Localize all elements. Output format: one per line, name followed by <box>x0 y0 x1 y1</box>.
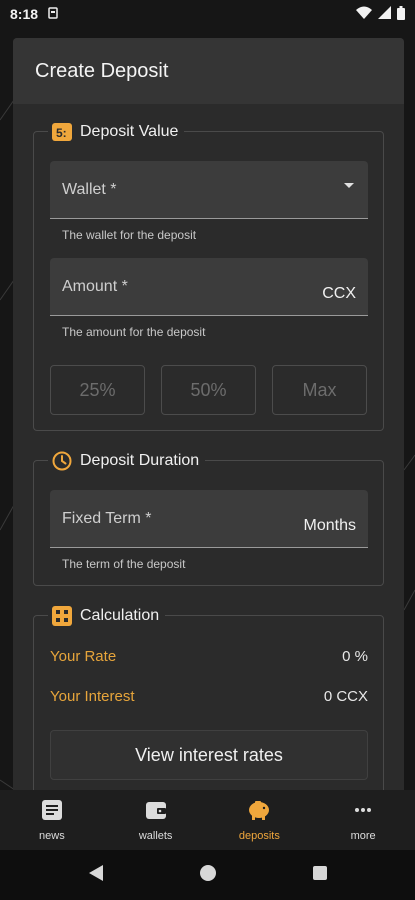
nav-label-deposits: deposits <box>238 829 280 842</box>
page-title: Create Deposit <box>13 38 404 104</box>
calculation-title: Calculation <box>80 607 160 624</box>
more-icon <box>352 799 374 824</box>
rate-row: Your Rate 0 % <box>50 648 368 665</box>
create-deposit-card: Create Deposit 5: Deposit Value Wallet *… <box>13 38 404 798</box>
nav-item-wallets[interactable]: wallets <box>104 790 208 850</box>
battery-icon <box>397 5 405 23</box>
deposit-duration-section: Deposit Duration Fixed Term * Months The… <box>33 449 384 586</box>
piggy-bank-icon <box>247 799 271 824</box>
system-nav-bar <box>0 850 415 900</box>
wallet-helper: The wallet for the deposit <box>62 228 197 242</box>
status-time: 8:18 <box>10 6 39 22</box>
fixed-term-label: Fixed Term * <box>62 510 152 527</box>
signal-icon <box>378 6 391 22</box>
clock-icon <box>52 451 72 471</box>
nav-label-news: news <box>39 829 65 842</box>
back-icon[interactable] <box>88 864 104 887</box>
deposit-value-title: Deposit Value <box>80 123 179 140</box>
amount-field[interactable]: Amount * CCX <box>50 258 368 316</box>
amount-label: Amount * <box>62 278 128 295</box>
deposit-duration-title: Deposit Duration <box>80 452 200 469</box>
term-unit: Months <box>303 517 356 534</box>
chevron-down-icon <box>344 183 354 188</box>
amount-currency: CCX <box>322 285 356 302</box>
deposit-duration-heading: Deposit Duration <box>48 449 206 473</box>
deposit-value-heading: 5: Deposit Value <box>48 120 185 144</box>
nav-item-news[interactable]: news <box>0 790 104 850</box>
rate-value: 0 % <box>342 648 368 665</box>
wallet-select[interactable]: Wallet * <box>50 161 368 219</box>
coin-icon: 5: <box>52 123 72 141</box>
interest-value: 0 CCX <box>323 688 368 705</box>
svg-text:5:: 5: <box>56 126 67 140</box>
sim-icon <box>48 6 58 22</box>
recents-icon[interactable] <box>312 865 328 886</box>
interest-label: Your Interest <box>50 688 135 705</box>
nav-label-wallets: wallets <box>138 829 173 842</box>
home-icon[interactable] <box>199 864 217 887</box>
wallet-icon <box>145 799 167 824</box>
nav-item-deposits[interactable]: deposits <box>208 790 312 850</box>
calculator-icon <box>52 606 72 626</box>
amount-helper: The amount for the deposit <box>62 325 206 339</box>
calculation-heading: Calculation <box>48 604 166 628</box>
max-button[interactable]: Max <box>272 365 367 415</box>
bottom-nav: news wallets deposits more <box>0 790 415 850</box>
calculation-section: Calculation Your Rate 0 % Your Interest … <box>33 604 384 798</box>
term-helper: The term of the deposit <box>62 557 186 571</box>
wifi-icon <box>356 6 372 22</box>
nav-label-more: more <box>350 829 376 842</box>
percent-25-button[interactable]: 25% <box>50 365 145 415</box>
news-icon <box>41 799 63 824</box>
status-bar: 8:18 <box>0 0 415 28</box>
view-interest-rates-button[interactable]: View interest rates <box>50 730 368 780</box>
fixed-term-field[interactable]: Fixed Term * Months <box>50 490 368 548</box>
rate-label: Your Rate <box>50 648 117 665</box>
deposit-value-section: 5: Deposit Value Wallet * The wallet for… <box>33 120 384 431</box>
wallet-label: Wallet * <box>62 181 117 198</box>
nav-item-more[interactable]: more <box>311 790 415 850</box>
percent-50-button[interactable]: 50% <box>161 365 256 415</box>
interest-row: Your Interest 0 CCX <box>50 688 368 705</box>
